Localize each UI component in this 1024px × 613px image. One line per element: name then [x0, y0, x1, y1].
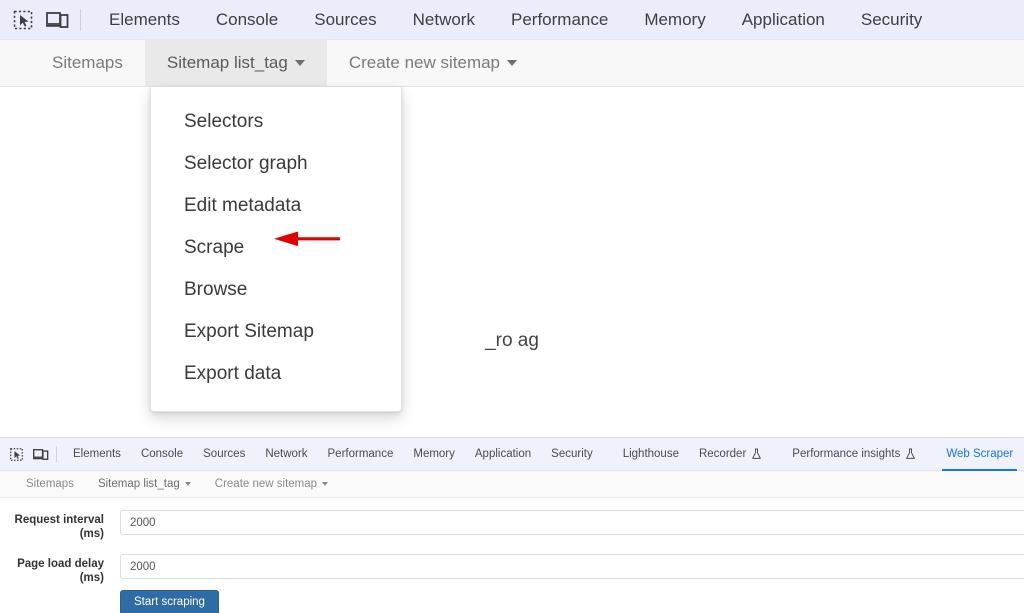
device-toolbar-icon[interactable] — [28, 442, 52, 466]
bottom-tab-sources[interactable]: Sources — [193, 438, 255, 471]
bottom-tab-application[interactable]: Application — [465, 438, 541, 471]
bottom-tab-web-scraper[interactable]: Web Scraper — [936, 438, 1023, 471]
page-load-delay-input-wrap — [120, 554, 1024, 585]
page-load-delay-row: Page load delay (ms) — [0, 554, 1024, 585]
inspect-element-icon[interactable] — [6, 3, 40, 37]
sitemap-tab-create-new-label: Create new sitemap — [349, 53, 500, 73]
request-interval-label-line2: (ms) — [0, 527, 104, 541]
sitemap-tab-list-tag-label: Sitemap list_tag — [167, 53, 288, 73]
request-interval-input-wrap — [120, 510, 1024, 541]
bottom-sitemap-tab-create-new-label: Create new sitemap — [215, 478, 317, 490]
bottom-sitemap-tab-create-new[interactable]: Create new sitemap — [203, 471, 340, 498]
top-devtools-toolbar: Elements Console Sources Network Perform… — [0, 0, 1024, 40]
bottom-devtools-toolbar: Elements Console Sources Network Perform… — [0, 438, 1024, 471]
bottom-sitemap-tab-bar: Sitemaps Sitemap list_tag Create new sit… — [0, 471, 1024, 498]
inspect-element-icon[interactable] — [4, 442, 28, 466]
bottom-tab-performance-insights-label: Performance insights — [792, 448, 900, 460]
page-load-delay-label-line2: (ms) — [0, 571, 104, 585]
tab-sources[interactable]: Sources — [296, 0, 394, 40]
bottom-tab-performance-insights[interactable]: Performance insights — [782, 438, 926, 471]
bottom-sitemap-tab-list-tag-label: Sitemap list_tag — [98, 478, 180, 490]
sitemap-tab-create-new[interactable]: Create new sitemap — [327, 39, 539, 86]
bottom-tab-performance[interactable]: Performance — [318, 438, 404, 471]
menu-item-export-data[interactable]: Export data — [151, 353, 401, 395]
bottom-tab-console[interactable]: Console — [131, 438, 193, 471]
device-toolbar-icon[interactable] — [40, 3, 74, 37]
tab-network[interactable]: Network — [395, 0, 493, 40]
bottom-tab-network[interactable]: Network — [255, 438, 317, 471]
chevron-down-icon — [507, 60, 517, 66]
sitemap-tab-sitemaps[interactable]: Sitemaps — [30, 39, 145, 86]
bottom-tab-recorder-label: Recorder — [699, 448, 746, 460]
bottom-sitemap-tab-list-tag[interactable]: Sitemap list_tag — [86, 471, 203, 498]
tab-memory[interactable]: Memory — [626, 0, 723, 40]
menu-item-edit-metadata[interactable]: Edit metadata — [151, 185, 401, 227]
bottom-tab-memory[interactable]: Memory — [403, 438, 465, 471]
page-load-delay-label-line1: Page load delay — [0, 557, 104, 571]
start-scraping-button[interactable]: Start scraping — [120, 590, 219, 613]
devtools-web-scraper-screen: Elements Console Sources Network Perform… — [0, 0, 1024, 613]
bottom-tab-lighthouse[interactable]: Lighthouse — [613, 438, 689, 471]
menu-item-export-sitemap[interactable]: Export Sitemap — [151, 311, 401, 353]
tab-application[interactable]: Application — [724, 0, 843, 40]
request-interval-label-line1: Request interval — [0, 513, 104, 527]
menu-item-selectors[interactable]: Selectors — [151, 101, 401, 143]
experiment-flask-icon — [751, 448, 762, 460]
toolbar-divider — [56, 446, 57, 462]
bottom-tab-recorder[interactable]: Recorder — [689, 438, 772, 471]
page-load-delay-input[interactable] — [120, 554, 1024, 579]
page-load-delay-label: Page load delay (ms) — [0, 554, 104, 585]
request-interval-input[interactable] — [120, 510, 1024, 535]
toolbar-divider — [80, 9, 81, 31]
tab-security[interactable]: Security — [843, 0, 940, 40]
bottom-sitemap-tab-sitemaps[interactable]: Sitemaps — [14, 471, 86, 498]
bottom-tab-security[interactable]: Security — [541, 438, 603, 471]
scrape-config-form: Request interval (ms) Page load delay (m… — [0, 498, 1024, 613]
sitemap-tab-bar: Sitemaps Sitemap list_tag Create new sit… — [0, 40, 1024, 87]
chevron-down-icon — [185, 482, 191, 486]
sitemap-tab-sitemaps-label: Sitemaps — [52, 53, 123, 73]
bottom-devtools-panel: Elements Console Sources Network Perform… — [0, 437, 1024, 613]
request-interval-row: Request interval (ms) — [0, 510, 1024, 541]
top-devtools-tablist: Elements Console Sources Network Perform… — [91, 0, 940, 39]
tab-elements[interactable]: Elements — [91, 0, 198, 40]
request-interval-label: Request interval (ms) — [0, 510, 104, 541]
chevron-down-icon — [295, 60, 305, 66]
annotation-arrow-icon — [268, 228, 342, 255]
tab-console[interactable]: Console — [198, 0, 296, 40]
experiment-flask-icon — [905, 448, 916, 460]
menu-item-browse[interactable]: Browse — [151, 269, 401, 311]
bottom-sitemap-tab-sitemaps-label: Sitemaps — [26, 478, 74, 490]
chevron-down-icon — [322, 482, 328, 486]
tab-performance[interactable]: Performance — [493, 0, 626, 40]
menu-item-selector-graph[interactable]: Selector graph — [151, 143, 401, 185]
sitemap-tab-list-tag[interactable]: Sitemap list_tag — [145, 39, 327, 86]
bottom-tab-elements[interactable]: Elements — [63, 438, 131, 471]
